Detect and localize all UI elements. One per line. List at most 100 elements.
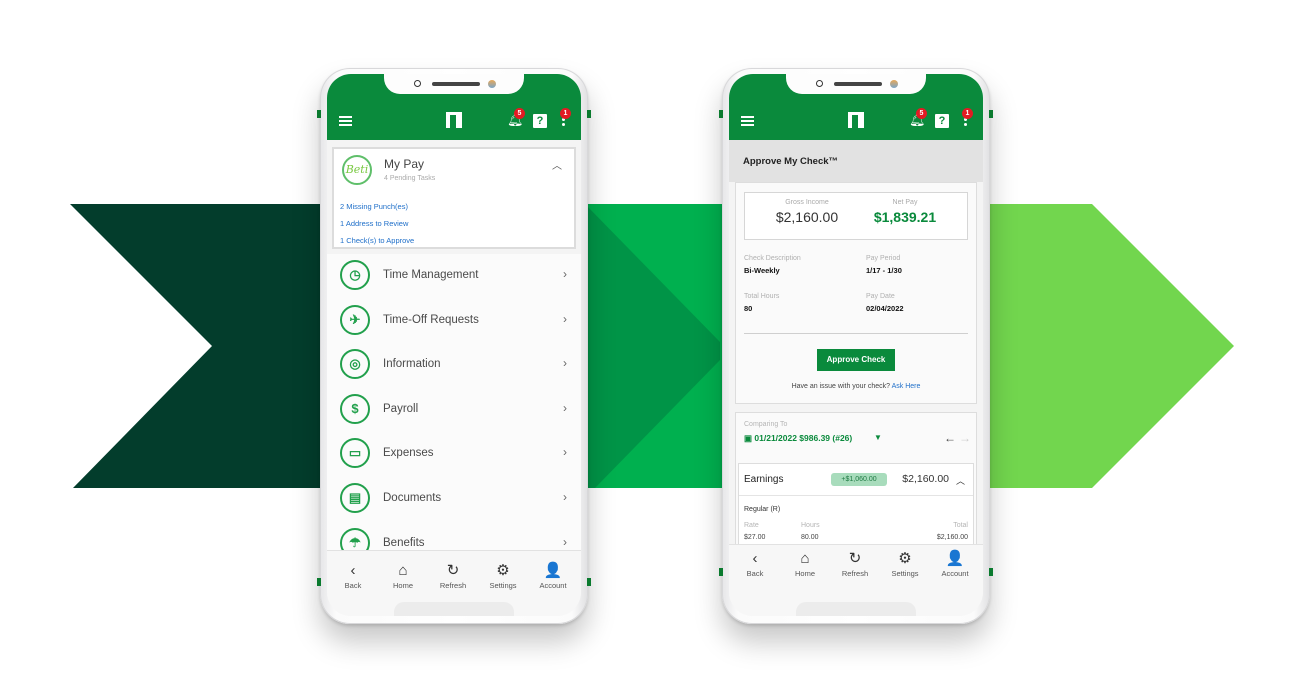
marketing-stage: 🔔︎ 5 ? 1 Beti My Pay 4 Pending Tasks ︿ 2…: [0, 0, 1290, 693]
hamburger-menu-icon[interactable]: [741, 116, 754, 126]
menu-item-payroll[interactable]: $ Payroll ›: [327, 387, 581, 433]
pay-period: Pay Period 1/17 - 1/30: [866, 255, 902, 275]
hamburger-menu-icon[interactable]: [339, 116, 352, 126]
back-chevron-icon: ‹: [350, 562, 356, 579]
field-label: Check Description: [744, 255, 801, 262]
gear-icon: ⚙: [496, 562, 510, 579]
chevron-right-icon: ›: [563, 489, 567, 504]
earnings-line-name: Regular (R): [744, 506, 781, 513]
nav-back[interactable]: ‹ Back: [730, 550, 780, 579]
ask-here-link[interactable]: Ask Here: [892, 383, 921, 390]
phone-screen: 🔔︎ 5 ? 1 Approve My Check™ Gross Income …: [729, 74, 983, 616]
phone-screen: 🔔︎ 5 ? 1 Beti My Pay 4 Pending Tasks ︿ 2…: [327, 74, 581, 616]
dark-green-chevron: [70, 204, 330, 488]
help-icon[interactable]: ?: [533, 114, 547, 128]
menu-item-expenses[interactable]: ▭ Expenses ›: [327, 432, 581, 477]
menu-item-information[interactable]: ◎ Information ›: [327, 343, 581, 388]
more-badge: 1: [962, 108, 973, 119]
paycom-logo-icon[interactable]: [848, 112, 864, 128]
divider: [744, 333, 968, 334]
line-total-value: $2,160.00: [936, 534, 968, 541]
nav-account[interactable]: 👤 Account: [930, 550, 980, 579]
menu-item-documents[interactable]: ▤ Documents ›: [327, 476, 581, 522]
field-label: Pay Date: [866, 293, 895, 300]
my-pay-title: My Pay: [384, 157, 425, 171]
page-title: Approve My Check™: [743, 156, 839, 167]
menu-item-time-off-requests[interactable]: ✈ Time-Off Requests ›: [327, 298, 581, 344]
field-label: Pay Period: [866, 255, 901, 262]
nav-label: Home: [392, 581, 413, 590]
account-icon: 👤: [543, 562, 563, 579]
task-link-missing-punches[interactable]: 2 Missing Punch(es): [340, 202, 408, 211]
collapse-chevron-icon[interactable]: ︿: [956, 474, 965, 487]
phone-side-button: [719, 110, 723, 118]
net-pay-label: Net Pay: [892, 199, 918, 206]
clock-icon: ◷: [340, 260, 370, 290]
earnings-section: Earnings +$1,060.00 $2,160.00 ︿ Regular …: [738, 463, 974, 553]
task-link-check-approve[interactable]: 1 Check(s) to Approve: [340, 236, 414, 245]
earnings-header[interactable]: Earnings +$1,060.00 $2,160.00 ︿: [739, 464, 973, 496]
menu-item-label: Time Management: [383, 269, 479, 281]
issue-text: Have an issue with your check?: [791, 383, 891, 390]
rate-value: $27.00: [744, 534, 766, 541]
back-chevron-icon: ‹: [752, 550, 758, 567]
nav-home[interactable]: ⌂ Home: [378, 563, 428, 591]
nav-refresh[interactable]: ↻ Refresh: [830, 550, 880, 579]
earnings-total: $2,160.00: [902, 473, 949, 485]
field-label: Total Hours: [744, 293, 780, 300]
gross-income-value: $2,160.00: [775, 209, 839, 225]
my-pay-card[interactable]: Beti My Pay 4 Pending Tasks ︿ 2 Missing …: [332, 147, 576, 249]
comparing-label: Comparing To: [744, 421, 788, 428]
nav-home[interactable]: ⌂ Home: [780, 551, 830, 579]
document-icon: ▤: [340, 482, 370, 513]
menu-item-label: Expenses: [383, 447, 434, 460]
nav-account[interactable]: 👤 Account: [528, 562, 578, 591]
menu-item-label: Payroll: [383, 402, 419, 415]
menu-item-time-management[interactable]: ◷ Time Management ›: [327, 254, 581, 299]
background-chevrons: [70, 204, 1234, 488]
refresh-icon: ↻: [848, 550, 862, 567]
hours-value: 80.00: [801, 534, 819, 541]
paycom-logo-icon[interactable]: [446, 112, 462, 128]
comparison-card: Comparing To ▣ 01/21/2022 $986.39 (#26) …: [735, 412, 977, 553]
home-indicator[interactable]: [796, 602, 916, 616]
nav-label: Back: [746, 569, 764, 578]
pending-tasks-count: 4 Pending Tasks: [384, 175, 436, 182]
refresh-icon: ↻: [446, 562, 460, 579]
task-link-address-review[interactable]: 1 Address to Review: [340, 219, 408, 228]
nav-label: Refresh: [841, 569, 869, 578]
phone-side-button: [317, 110, 321, 118]
earnings-delta-badge: +$1,060.00: [831, 473, 887, 486]
hours-label: Hours: [801, 522, 820, 529]
nav-label: Account: [941, 569, 969, 578]
nav-settings[interactable]: ⚙ Settings: [880, 551, 930, 579]
account-icon: 👤: [945, 550, 965, 567]
calendar-icon: ▣: [744, 433, 755, 443]
main-menu-list: ◷ Time Management › ✈ Time-Off Requests …: [327, 254, 581, 567]
phone-notch: [384, 74, 524, 94]
gross-income-label: Gross Income: [785, 199, 829, 206]
chevron-right-icon: ›: [563, 311, 567, 326]
dropdown-caret-icon[interactable]: ▼: [874, 433, 882, 442]
beti-avatar-icon: Beti: [342, 155, 372, 185]
phone-left: 🔔︎ 5 ? 1 Beti My Pay 4 Pending Tasks ︿ 2…: [317, 68, 591, 624]
help-icon[interactable]: ?: [935, 114, 949, 128]
next-arrow-icon[interactable]: →: [959, 431, 971, 445]
bottom-navigation: ‹ Back ⌂ Home ↻ Refresh ⚙ Settings 👤 Account: [729, 544, 983, 616]
phone-side-button: [317, 578, 321, 586]
nav-back[interactable]: ‹ Back: [328, 562, 378, 591]
net-pay: Net Pay $1,839.21: [855, 199, 955, 225]
home-indicator[interactable]: [394, 602, 514, 616]
nav-label: Refresh: [439, 581, 467, 590]
nav-settings[interactable]: ⚙ Settings: [478, 562, 528, 591]
menu-item-label: Information: [383, 358, 441, 371]
collapse-chevron-icon[interactable]: ︿: [552, 157, 562, 172]
rate-label: Rate: [744, 522, 759, 529]
comparison-select[interactable]: ▣ 01/21/2022 $986.39 (#26): [744, 433, 852, 444]
chevron-right-icon: ›: [563, 445, 567, 460]
nav-refresh[interactable]: ↻ Refresh: [428, 562, 478, 591]
bottom-navigation: ‹ Back ⌂ Home ↻ Refresh ⚙ Settings 👤 Account: [327, 550, 581, 616]
previous-arrow-icon[interactable]: ←: [944, 431, 956, 445]
approve-check-button[interactable]: Approve Check: [817, 349, 895, 371]
chevron-right-icon: ›: [563, 356, 567, 371]
